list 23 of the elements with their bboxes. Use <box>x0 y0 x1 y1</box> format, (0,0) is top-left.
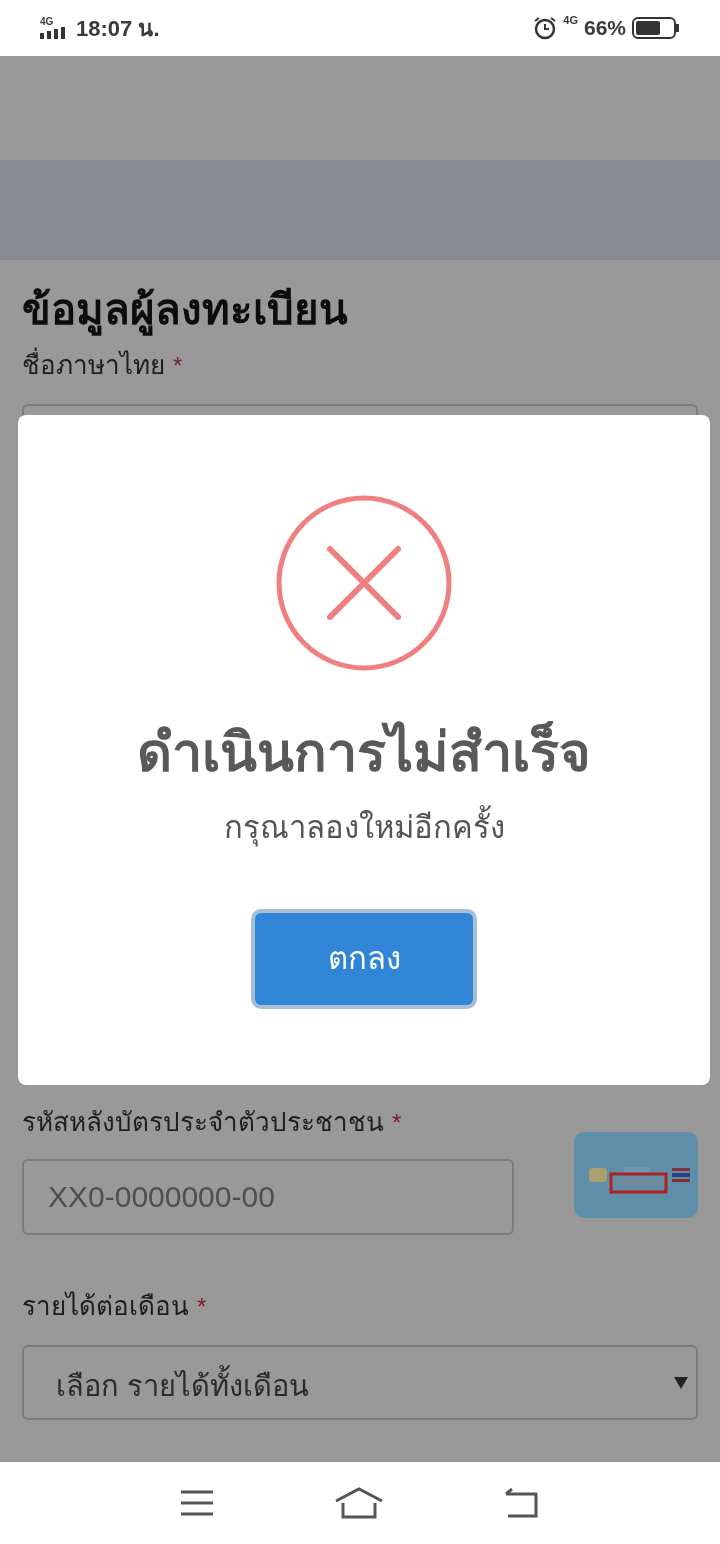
field-label: ชื่อภาษาไทย <box>22 348 165 382</box>
dialog-title: ดำเนินการไม่สำเร็จ <box>137 720 591 784</box>
dialog-message: กรุณาลองใหม่อีกครั้ง <box>223 807 505 849</box>
id-code-field[interactable]: XX0-0000000-00 <box>22 1159 514 1235</box>
back-icon[interactable] <box>504 1488 540 1518</box>
network-label: 4G <box>563 14 578 27</box>
home-icon[interactable] <box>334 1487 384 1519</box>
clock: 18:07 น. <box>76 14 160 43</box>
error-icon <box>276 495 452 671</box>
required-mark: * <box>197 1292 207 1322</box>
id-card-icon[interactable] <box>574 1132 698 1218</box>
form-title: ข้อมูลผู้ลงทะเบียน <box>22 282 698 338</box>
battery-icon <box>632 17 680 39</box>
network-label: 4G <box>40 17 54 27</box>
dropdown-arrow-icon <box>674 1376 688 1389</box>
required-mark: * <box>173 351 183 381</box>
income-select[interactable]: เลือก รายได้ทั้งเดือน <box>22 1345 698 1420</box>
field-label: รหัสหลังบัตรประจำตัวประชาชน <box>22 1106 384 1139</box>
field-label: รายได้ต่อเดือน <box>22 1290 189 1323</box>
menu-icon[interactable] <box>180 1489 214 1517</box>
alarm-icon <box>533 16 558 40</box>
battery-percentage: 66% <box>583 15 626 42</box>
required-mark: * <box>392 1108 402 1138</box>
